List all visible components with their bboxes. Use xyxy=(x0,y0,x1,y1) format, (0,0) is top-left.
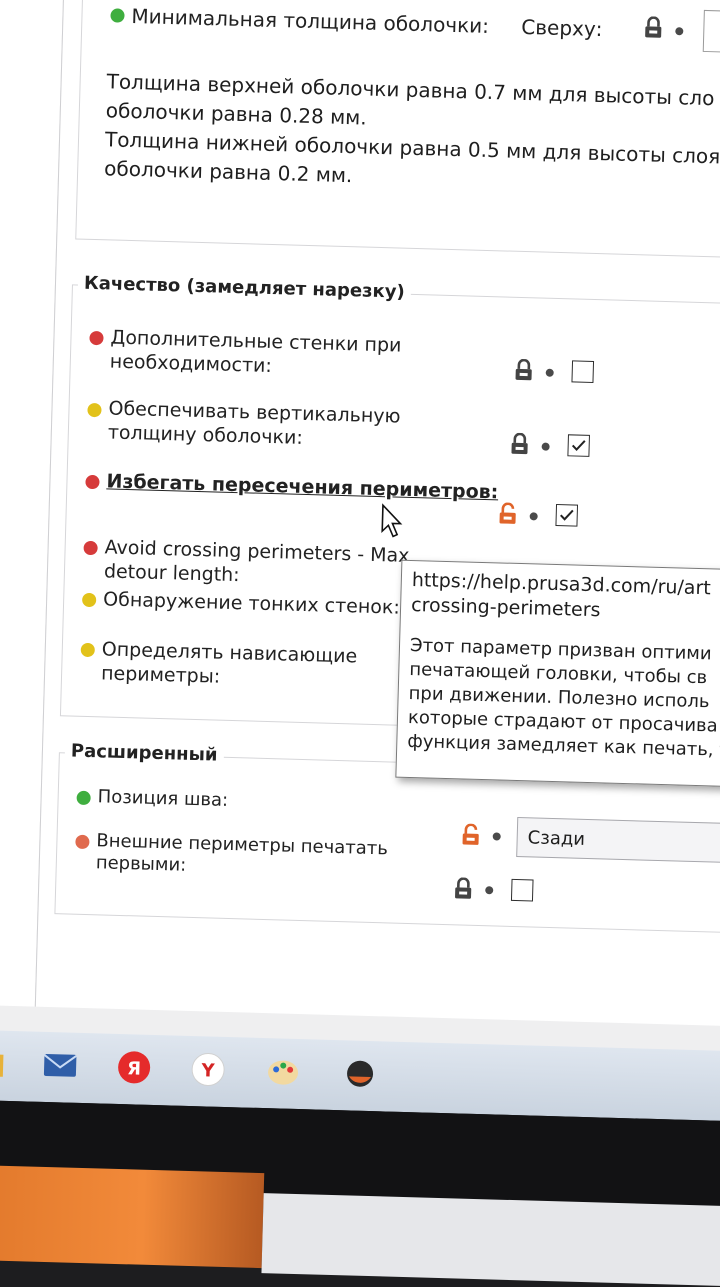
photo-scene: Минимальная толщина оболочки: Сверху: То… xyxy=(0,0,720,1287)
extra-perimeters-checkbox[interactable] xyxy=(571,360,595,383)
extra-perimeters-label-2: необходимости: xyxy=(109,350,273,377)
top-shell-input[interactable] xyxy=(702,9,720,55)
mail-icon[interactable] xyxy=(41,1046,80,1085)
seam-position-select[interactable]: Сзади xyxy=(516,817,720,864)
help-tooltip: https://help.prusa3d.com/ru/art crossing… xyxy=(395,559,720,788)
svg-text:Я: Я xyxy=(127,1058,141,1079)
folder-icon[interactable] xyxy=(0,1044,10,1083)
advanced-group-title: Расширенный xyxy=(64,740,224,766)
orange-desk-surface xyxy=(0,1164,265,1269)
ensure-vertical-thickness-checkbox[interactable] xyxy=(567,434,590,457)
mouse-cursor-icon xyxy=(381,503,403,538)
monitor-screen: Минимальная толщина оболочки: Сверху: То… xyxy=(0,0,720,1092)
unlock-icon[interactable] xyxy=(497,502,518,525)
lock-icon[interactable] xyxy=(509,432,530,456)
lock-icon[interactable] xyxy=(453,877,474,900)
top-label: Сверху: xyxy=(521,14,603,42)
lock-icon[interactable] xyxy=(513,358,534,382)
avoid-crossing-perimeters-checkbox[interactable] xyxy=(555,503,579,527)
paint-icon[interactable] xyxy=(265,1052,304,1091)
external-perimeters-first-checkbox[interactable] xyxy=(510,878,534,902)
yandex-icon[interactable]: Я xyxy=(115,1048,154,1087)
lock-icon[interactable] xyxy=(643,16,664,39)
max-detour-label-2: detour length: xyxy=(103,560,240,587)
external-perimeters-first-label-2: первыми: xyxy=(95,852,187,876)
tooltip-url-line-2[interactable]: crossing-perimeters xyxy=(411,594,601,621)
settings-content: Минимальная толщина оболочки: Сверху: То… xyxy=(34,0,720,1027)
yandex-browser-icon[interactable]: Y xyxy=(189,1050,228,1089)
unlock-icon[interactable] xyxy=(460,823,481,846)
paper-sheet xyxy=(261,1193,720,1287)
prusa-slicer-icon[interactable] xyxy=(341,1054,380,1093)
seam-position-label: Позиция шва: xyxy=(97,786,229,811)
tooltip-text-line-5: функция замедляет как печать, т xyxy=(407,730,720,761)
svg-text:Y: Y xyxy=(200,1060,216,1081)
overhang-perimeters-label-2: периметры: xyxy=(100,662,221,688)
seam-position-value: Сзади xyxy=(527,827,586,850)
